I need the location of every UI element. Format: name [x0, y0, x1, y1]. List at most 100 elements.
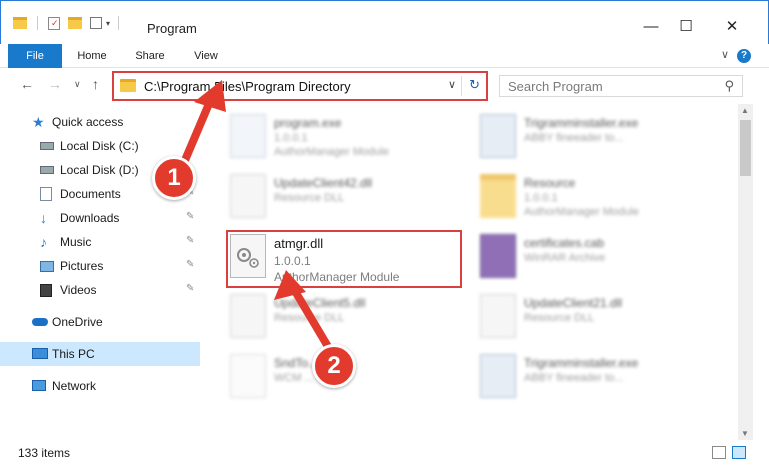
sidebar-item-videos[interactable]: Videos ✎ — [0, 278, 200, 302]
help-icon[interactable]: ? — [737, 49, 751, 63]
tab-file[interactable]: File — [8, 44, 62, 68]
sidebar-item-music[interactable]: ♪ Music ✎ — [0, 230, 200, 254]
folder-icon[interactable] — [13, 17, 27, 29]
sidebar-item-quick-access[interactable]: ★ Quick access — [0, 110, 200, 134]
navigation-pane: ★ Quick access Local Disk (C:) Local Dis… — [0, 104, 206, 440]
pin-icon[interactable]: ✎ — [186, 259, 194, 270]
file-name: UpdateClient42.dll — [274, 176, 373, 190]
large-icons-view-icon[interactable] — [732, 446, 746, 459]
file-name: Resource — [524, 176, 576, 190]
file-description: Resource DLL — [274, 192, 345, 204]
drive-icon — [40, 166, 54, 174]
file-name: certificates.cab — [524, 236, 605, 250]
search-input[interactable]: Search Program ⚲ — [499, 75, 743, 97]
sidebar-item-label: Local Disk (C:) — [60, 139, 139, 153]
file-description: Resource DLL — [524, 312, 595, 324]
blank-icon — [230, 354, 266, 398]
download-icon: ↓ — [40, 210, 47, 226]
up-button[interactable]: ↑ — [92, 76, 99, 92]
file-description: Resource DLL — [274, 312, 345, 324]
scroll-up-icon[interactable]: ▲ — [741, 106, 749, 115]
list-item[interactable]: Resource 1.0.0.1 AuthorManager Module — [474, 170, 724, 226]
step-1-badge: 1 — [152, 156, 196, 200]
sidebar-item-label: Music — [60, 235, 92, 249]
scrollbar-thumb[interactable] — [740, 120, 751, 176]
chevron-down-icon[interactable]: ∨ — [448, 78, 456, 91]
pin-icon[interactable]: ✎ — [186, 211, 194, 222]
list-item[interactable]: UpdateClient5.dll Resource DLL — [224, 290, 474, 346]
list-item[interactable]: Trigramminstaller.exe ABBY fineeader to.… — [474, 350, 724, 406]
navigation-bar: ← → ∨ ↑ C:\Program Files\Program Directo… — [0, 68, 769, 104]
drive-icon — [40, 142, 54, 150]
pin-icon[interactable]: ✎ — [186, 283, 194, 294]
sidebar-item-label: Network — [52, 379, 97, 393]
address-bar[interactable]: C:\Program Files\Program Directory ∨ ↻ — [112, 71, 488, 101]
list-item[interactable]: Trigramminstaller.exe ABBY fineeader to.… — [474, 110, 724, 166]
file-description: ABBY fineeader to... — [524, 132, 624, 144]
sidebar-item-label: This PC — [52, 347, 95, 361]
exe-icon — [230, 114, 266, 158]
new-folder-icon[interactable] — [68, 17, 82, 29]
customize-icon[interactable] — [90, 17, 102, 29]
file-description: ABBY fineeader to... — [524, 372, 624, 384]
star-icon: ★ — [32, 114, 45, 130]
tab-view[interactable]: View — [182, 44, 230, 68]
item-count: 133 items — [18, 446, 71, 460]
sidebar-item-onedrive[interactable]: OneDrive — [0, 310, 200, 334]
sidebar-item-label: Quick access — [52, 115, 124, 129]
close-button[interactable]: ✕ — [709, 11, 755, 41]
sidebar-item-local-disk-c[interactable]: Local Disk (C:) — [0, 134, 200, 158]
list-item[interactable]: program.exe 1.0.0.1 AuthorManager Module — [224, 110, 474, 166]
sidebar-item-label: OneDrive — [52, 315, 103, 329]
pin-icon[interactable]: ✎ — [186, 235, 194, 246]
tab-home[interactable]: Home — [68, 44, 116, 68]
title-bar: ✓ ▾ Program — ☐ ✕ — [0, 0, 769, 44]
file-list: program.exe 1.0.0.1 AuthorManager Module… — [206, 104, 738, 440]
music-icon: ♪ — [40, 234, 47, 250]
step-2-badge: 2 — [312, 344, 356, 388]
file-description: WinRAR Archive — [524, 252, 606, 264]
properties-icon[interactable]: ✓ — [48, 16, 60, 30]
maximize-button[interactable]: ☐ — [663, 11, 709, 41]
toolbar-divider — [37, 16, 38, 30]
sidebar-item-network[interactable]: Network — [0, 374, 200, 398]
list-item[interactable]: UpdateClient42.dll Resource DLL — [224, 170, 474, 226]
file-name: UpdateClient21.dll — [524, 296, 623, 310]
documents-icon — [40, 187, 52, 201]
list-item[interactable]: UpdateClient21.dll Resource DLL — [474, 290, 724, 346]
file-name: program.exe — [274, 116, 342, 130]
file-name: UpdateClient5.dll — [274, 296, 366, 310]
sidebar-item-label: Pictures — [60, 259, 104, 273]
forward-button[interactable]: → — [48, 76, 62, 92]
sidebar-item-label: Downloads — [60, 211, 120, 225]
dll-icon — [230, 294, 266, 338]
highlight-box — [226, 230, 462, 288]
address-divider — [461, 76, 462, 96]
search-icon[interactable]: ⚲ — [724, 78, 734, 94]
vertical-scrollbar[interactable]: ▲ ▼ — [738, 104, 753, 440]
details-view-icon[interactable] — [712, 446, 726, 459]
file-description: WCM ... — [274, 372, 314, 384]
sidebar-item-downloads[interactable]: ↓ Downloads ✎ — [0, 206, 200, 230]
archive-icon — [480, 234, 516, 278]
recent-locations-button[interactable]: ∨ — [74, 79, 81, 90]
refresh-icon[interactable]: ↻ — [469, 77, 480, 93]
sidebar-item-pictures[interactable]: Pictures ✎ — [0, 254, 200, 278]
sidebar-item-this-pc[interactable]: This PC — [0, 342, 200, 366]
search-placeholder: Search Program — [508, 79, 603, 94]
address-path[interactable]: C:\Program Files\Program Directory — [144, 79, 351, 94]
videos-icon — [40, 284, 52, 297]
expand-ribbon-icon[interactable]: ∨ — [721, 48, 729, 61]
tab-share[interactable]: Share — [126, 44, 174, 68]
list-item[interactable]: certificates.cab WinRAR Archive — [474, 230, 724, 286]
file-name: Trigramminstaller.exe — [524, 356, 639, 370]
back-button[interactable]: ← — [20, 76, 34, 92]
dll-icon — [230, 174, 266, 218]
scroll-down-icon[interactable]: ▼ — [741, 429, 749, 438]
status-bar: 133 items — [0, 440, 769, 474]
folder-icon — [120, 79, 136, 92]
chevron-down-icon[interactable]: ▾ — [106, 19, 110, 28]
installer-icon — [480, 354, 516, 398]
sidebar-item-label: Local Disk (D:) — [60, 163, 139, 177]
file-description: AuthorManager Module — [274, 146, 389, 158]
